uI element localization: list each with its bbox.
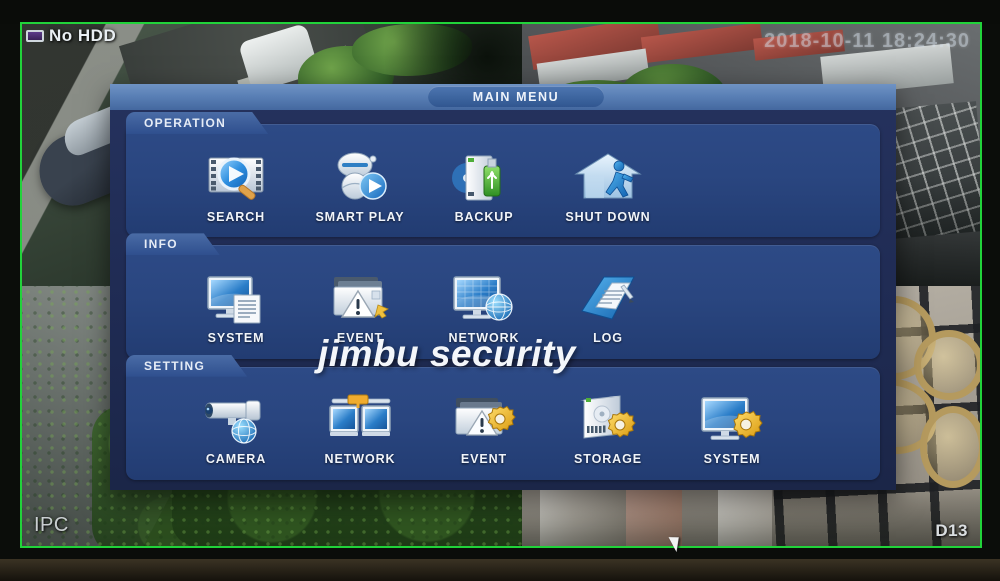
menu-item-shut-down[interactable]: SHUT DOWN (546, 148, 670, 224)
menu-item-label: NETWORK (324, 452, 396, 467)
osd-channel-id: D13 (935, 521, 968, 540)
menu-item-setting-system[interactable]: SYSTEM (670, 390, 794, 466)
menu-item-setting-network[interactable]: NETWORK (298, 390, 422, 466)
tile-row-operation: SEARCH SMART PLAY BACKUP SHUT DOWN (126, 138, 880, 233)
film-magnifier-icon (200, 148, 272, 206)
osd-timestamp: 2018-10-11 18:24:30 (764, 30, 970, 52)
hdd-icon (26, 30, 44, 42)
menu-item-backup[interactable]: BACKUP (422, 148, 546, 224)
menu-item-label: SEARCH (206, 209, 266, 224)
menu-item-storage[interactable]: STORAGE (546, 390, 670, 466)
group-label: INFO (144, 237, 178, 252)
notebook-pen-icon (572, 269, 644, 327)
monitor-bottom-bezel (0, 559, 1000, 581)
menu-item-setting-event[interactable]: EVENT (422, 390, 546, 466)
group-operation: OPERATION SEARCH SMART PLAY BACKUP SHUT … (126, 124, 880, 238)
menu-item-camera[interactable]: CAMERA (174, 390, 298, 466)
dialog-title: MAIN MENU (472, 89, 560, 104)
building-roof (640, 24, 764, 64)
no-hdd-indicator: No HDD (26, 26, 116, 46)
group-label: OPERATION (144, 116, 227, 130)
folder-warning-gear-icon (448, 390, 520, 448)
menu-item-label: SHUT DOWN (565, 209, 651, 224)
menu-item-label: LOG (593, 330, 623, 345)
folder-warning-icon (324, 269, 396, 327)
menu-item-label: CAMERA (205, 452, 267, 467)
menu-item-label: EVENT (460, 452, 508, 467)
menu-item-info-system[interactable]: SYSTEM (174, 269, 298, 345)
dialog-title-pill: MAIN MENU (428, 86, 604, 107)
two-monitors-link-icon (324, 390, 396, 448)
tile-row-setting: CAMERA NETWORK EVENT STORAGE SYSTEM (126, 381, 880, 476)
menu-item-label: SYSTEM (703, 452, 761, 467)
menu-item-label: BACKUP (454, 209, 514, 224)
dialog-body: OPERATION SEARCH SMART PLAY BACKUP SHUT … (110, 110, 896, 490)
monitor-document-icon (200, 269, 272, 327)
tile-row-info: SYSTEM EVENT NETWORK LOG (126, 259, 880, 354)
dvr-screen: No HDD 2018-10-11 18:24:30 IPC D13 MAIN … (0, 0, 1000, 581)
menu-item-info-event[interactable]: EVENT (298, 269, 422, 345)
menu-item-smart-play[interactable]: SMART PLAY (298, 148, 422, 224)
monitor-globe-icon (448, 269, 520, 327)
menu-item-label: STORAGE (574, 452, 642, 467)
menu-item-label: SMART PLAY (315, 209, 405, 224)
group-tab-operation: OPERATION (126, 112, 268, 134)
menu-item-info-network[interactable]: NETWORK (422, 269, 546, 345)
robot-play-icon (324, 148, 396, 206)
group-setting: SETTING CAMERA NETWORK EVENT STORAGE SYS… (126, 367, 880, 480)
monitor-top-bezel (0, 0, 1000, 24)
group-label: SETTING (144, 358, 206, 373)
menu-item-search[interactable]: SEARCH (174, 148, 298, 224)
hdd-gear-icon (572, 390, 644, 448)
ornate-scrollwork (920, 406, 980, 488)
osd-camera-name: IPC (34, 514, 69, 536)
group-info: INFO SYSTEM EVENT NETWORK LOG (126, 245, 880, 359)
group-tab-setting: SETTING (126, 355, 247, 377)
monitor-gear-icon (696, 390, 768, 448)
menu-item-label: NETWORK (448, 330, 520, 345)
ornate-scrollwork (914, 330, 980, 400)
menu-item-label: EVENT (336, 330, 384, 345)
menu-item-label: SYSTEM (207, 330, 265, 345)
menu-item-log[interactable]: LOG (546, 269, 670, 345)
no-hdd-label: No HDD (49, 26, 117, 45)
group-tab-info: INFO (126, 233, 220, 255)
disc-usb-icon (448, 148, 520, 206)
shadow-overlay (522, 486, 980, 546)
house-exit-icon (572, 148, 644, 206)
bullet-camera-globe-icon (200, 390, 272, 448)
